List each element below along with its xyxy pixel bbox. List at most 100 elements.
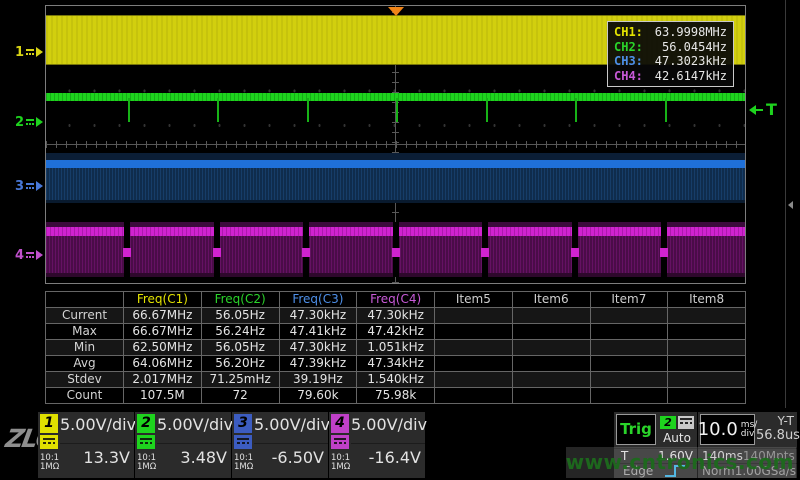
cell xyxy=(668,340,746,356)
trigger-menu-button[interactable]: Trig xyxy=(616,414,656,445)
cell: 75.98k xyxy=(357,388,435,404)
channel-3-position-marker[interactable]: 3 xyxy=(15,178,43,194)
channel-2-spike xyxy=(307,98,309,122)
table-row: Min 62.50MHz 56.05Hz 47.30kHz 1.051kHz xyxy=(46,340,746,356)
cell xyxy=(512,388,590,404)
cell xyxy=(590,308,668,324)
freq-row-ch3: CH3: 47.3023kHz xyxy=(614,54,727,68)
cell xyxy=(590,372,668,388)
cell: 56.20Hz xyxy=(201,356,279,372)
channel-1-badge: 1 xyxy=(40,414,58,433)
channel-2-position-marker[interactable]: 2 xyxy=(15,114,43,130)
channel-3-offset: -6.50V xyxy=(254,448,324,467)
cell: 47.39kHz xyxy=(279,356,357,372)
channel-4-marker-label: 4 xyxy=(15,248,24,263)
cell: 66.67MHz xyxy=(124,324,202,340)
table-row: Count 107.5M 72 79.60k 75.98k xyxy=(46,388,746,404)
channel-4-probe: 10:11MΩ xyxy=(331,454,350,472)
cell: 64.06MHz xyxy=(124,356,202,372)
header-item6: Item6 xyxy=(512,292,590,308)
trigger-source-badge: 2 xyxy=(660,416,676,429)
arrow-right-icon xyxy=(36,181,43,191)
row-label: Avg xyxy=(46,356,124,372)
display-mode: Y-T xyxy=(756,414,794,428)
row-label: Min xyxy=(46,340,124,356)
channel-3-badge: 3 xyxy=(234,414,252,433)
channel-1-scale: 5.00V/div xyxy=(60,415,130,434)
cell xyxy=(512,324,590,340)
channel-4-trace xyxy=(46,222,745,277)
header-freq-c2: Freq(C2) xyxy=(201,292,279,308)
header-blank xyxy=(46,292,124,308)
channel-3-status[interactable]: 3 10:11MΩ 5.00V/div -6.50V xyxy=(232,412,328,478)
menu-collapse-handle[interactable] xyxy=(787,199,797,211)
cell: 47.30kHz xyxy=(279,340,357,356)
dc-coupling-icon xyxy=(26,118,34,126)
cell: 39.19Hz xyxy=(279,372,357,388)
header-item8: Item8 xyxy=(668,292,746,308)
channel-4-position-marker[interactable]: 4 xyxy=(15,247,43,263)
channel-3-coupling-icon xyxy=(234,435,252,449)
channel-4-burst-gap xyxy=(572,222,578,277)
cell xyxy=(668,308,746,324)
cell xyxy=(590,356,668,372)
cell xyxy=(590,388,668,404)
cell: 107.5M xyxy=(124,388,202,404)
cell xyxy=(435,324,513,340)
channel-2-status[interactable]: 2 10:11MΩ 5.00V/div 3.48V xyxy=(135,412,231,478)
channel-1-offset: 13.3V xyxy=(60,448,130,467)
display-mode-area: Y-T 56.8us xyxy=(756,414,794,443)
measurement-table: Freq(C1) Freq(C2) Freq(C3) Freq(C4) Item… xyxy=(45,291,746,404)
channel-4-offset: -16.4V xyxy=(351,448,421,467)
table-row: Stdev 2.017MHz 71.25mHz 39.19Hz 1.540kHz xyxy=(46,372,746,388)
cell: 47.42kHz xyxy=(357,324,435,340)
channel-4-burst-gap xyxy=(214,222,220,277)
row-label: Max xyxy=(46,324,124,340)
cell xyxy=(668,324,746,340)
channel-4-status[interactable]: 4 10:11MΩ 5.00V/div -16.4V xyxy=(329,412,425,478)
channel-1-status[interactable]: 1 10:11MΩ 5.00V/div 13.3V xyxy=(38,412,134,478)
cell: 47.34kHz xyxy=(357,356,435,372)
trigger-mode: Auto xyxy=(658,431,696,445)
channel-4-burst-gap xyxy=(393,222,399,277)
header-freq-c1: Freq(C1) xyxy=(124,292,202,308)
table-row: Current 66.67MHz 56.05Hz 47.30kHz 47.30k… xyxy=(46,308,746,324)
channel-1-probe: 10:11MΩ xyxy=(40,454,59,472)
watermark-box: www.cntronics.com xyxy=(566,447,796,478)
header-item7: Item7 xyxy=(590,292,668,308)
cell: 47.30kHz xyxy=(357,308,435,324)
freq-row-ch4: CH4: 42.6147kHz xyxy=(614,69,727,83)
channel-2-coupling-icon xyxy=(137,435,155,449)
channel-1-position-marker[interactable]: 1 xyxy=(15,44,43,60)
timebase-button[interactable]: 10.0 ms/div xyxy=(700,414,755,445)
channel-3-trace-fill xyxy=(46,168,745,200)
trigger-coupling-icon xyxy=(678,416,694,429)
trigger-position-marker-icon[interactable] xyxy=(388,7,404,16)
cell: 47.30kHz xyxy=(279,308,357,324)
channel-2-spike xyxy=(396,98,398,122)
dc-coupling-icon xyxy=(26,182,34,190)
channel-2-spike xyxy=(486,98,488,122)
channel-2-spike xyxy=(575,98,577,122)
arrow-left-stem xyxy=(756,109,763,111)
header-freq-c4: Freq(C4) xyxy=(357,292,435,308)
arrow-left-icon xyxy=(749,105,756,115)
measurement-header-row: Freq(C1) Freq(C2) Freq(C3) Freq(C4) Item… xyxy=(46,292,746,308)
freq-label-ch4: CH4: xyxy=(614,69,643,83)
menu-panel-divider xyxy=(785,0,786,408)
chevron-left-icon xyxy=(788,201,793,209)
cell: 71.25mHz xyxy=(201,372,279,388)
waveform-display[interactable]: CH1: 63.9998MHz CH2: 56.0454Hz CH3: 47.3… xyxy=(45,5,746,284)
channel-3-marker-label: 3 xyxy=(15,179,24,194)
trigger-level-marker[interactable]: T xyxy=(749,100,777,120)
cell: 56.05Hz xyxy=(201,340,279,356)
channel-4-burst-gap xyxy=(661,222,667,277)
cell xyxy=(668,372,746,388)
channel-4-burst-gap xyxy=(303,222,309,277)
channel-4-burst-gap xyxy=(124,222,130,277)
channel-1-marker-label: 1 xyxy=(15,45,24,60)
frequency-readout-box: CH1: 63.9998MHz CH2: 56.0454Hz CH3: 47.3… xyxy=(607,21,734,87)
freq-label-ch1: CH1: xyxy=(614,25,643,39)
freq-row-ch1: CH1: 63.9998MHz xyxy=(614,25,727,39)
dc-coupling-icon xyxy=(26,251,34,259)
